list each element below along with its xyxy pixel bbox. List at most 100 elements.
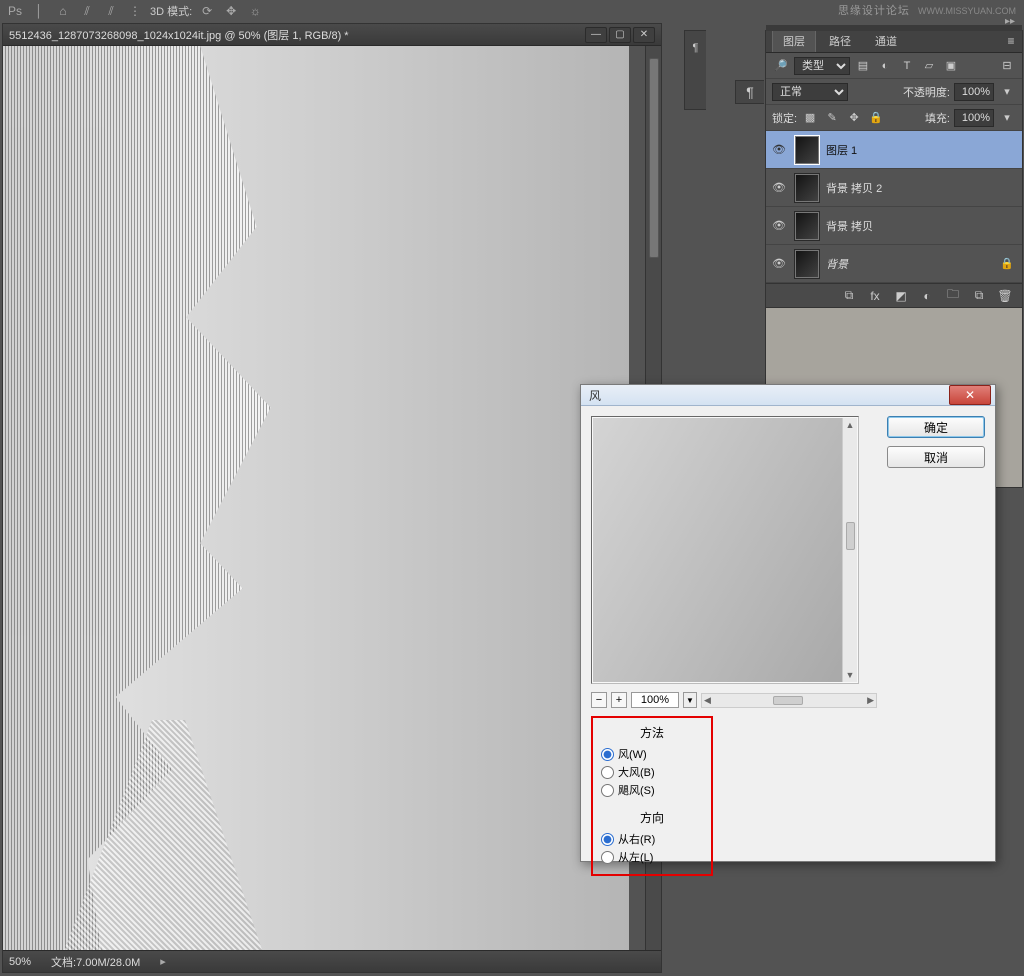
panel-drag-handle[interactable] (766, 25, 1022, 31)
lock-trans-icon[interactable]: ▩ (801, 110, 819, 126)
opacity-input[interactable] (954, 83, 994, 101)
document-window: 5512436_1287073268098_1024x1024it.jpg @ … (2, 23, 662, 973)
filter-kind-select[interactable]: 类型 (794, 57, 850, 75)
paragraph-panel-icon[interactable]: ¶ (688, 37, 704, 59)
align-icon[interactable]: ⫽ (102, 2, 120, 20)
scroll-up-icon[interactable]: ▲ (843, 418, 857, 432)
scroll-thumb[interactable] (649, 58, 659, 258)
pan-icon[interactable]: ✥ (222, 2, 240, 20)
dropdown-icon[interactable]: ▾ (998, 110, 1016, 126)
maximize-button[interactable]: ▢ (609, 27, 631, 43)
layer-row[interactable]: 👁 背景 🔒 (766, 245, 1022, 283)
radio-label: 从左(L) (618, 849, 653, 865)
distribute-icon[interactable]: ⋮ (126, 2, 144, 20)
radio-input[interactable] (601, 833, 614, 846)
layer-fx-icon[interactable]: fx (866, 287, 884, 305)
paragraph-panel-icon[interactable]: ¶ (735, 80, 764, 104)
shape-filter-icon[interactable]: ▱ (920, 58, 938, 74)
document-canvas[interactable] (3, 46, 629, 950)
tab-channels[interactable]: 通道 (864, 29, 908, 52)
scroll-down-icon[interactable]: ▼ (843, 668, 857, 682)
layer-name[interactable]: 背景 拷贝 2 (826, 180, 882, 196)
minimize-button[interactable]: — (585, 27, 607, 43)
layer-thumbnail[interactable] (794, 249, 820, 279)
cancel-button[interactable]: 取消 (887, 446, 985, 468)
blend-mode-select[interactable]: 正常 (772, 83, 848, 101)
dropdown-icon[interactable]: ▾ (998, 84, 1016, 100)
lock-row: 锁定: ▩ ✎ ✥ 🔒 填充: ▾ (766, 105, 1022, 131)
dialog-close-button[interactable]: ✕ (949, 385, 991, 405)
dialog-titlebar[interactable]: 风 ✕ (581, 385, 995, 406)
link-layers-icon[interactable]: ⧉ (840, 287, 858, 305)
visibility-icon[interactable]: 👁 (770, 255, 788, 273)
scroll-right-icon[interactable]: ▶ (865, 695, 876, 706)
zoom-out-button[interactable]: − (591, 692, 607, 708)
layer-name[interactable]: 背景 拷贝 (826, 218, 873, 234)
mode3d-label: 3D 模式: (150, 3, 192, 19)
layer-row[interactable]: 👁 图层 1 (766, 131, 1022, 169)
view-icon[interactable]: ⌂ (54, 2, 72, 20)
visibility-icon[interactable]: 👁 (770, 141, 788, 159)
dialog-title: 风 (589, 387, 601, 404)
document-info[interactable]: 文档:7.00M/28.0M (51, 954, 140, 970)
layer-row[interactable]: 👁 背景 拷贝 2 (766, 169, 1022, 207)
type-filter-icon[interactable]: T (898, 58, 916, 74)
zoom-level[interactable]: 50% (9, 956, 31, 968)
delete-layer-icon[interactable]: 🗑 (996, 287, 1014, 305)
lock-paint-icon[interactable]: ✎ (823, 110, 841, 126)
new-group-icon[interactable]: 🗀 (944, 287, 962, 305)
filter-preview[interactable]: ▲ ▼ (591, 416, 859, 684)
scroll-thumb[interactable] (846, 522, 855, 550)
direction-right-radio[interactable]: 从右(R) (601, 830, 703, 848)
radio-input[interactable] (601, 766, 614, 779)
lock-all-icon[interactable]: 🔒 (867, 110, 885, 126)
direction-left-radio[interactable]: 从左(L) (601, 848, 703, 866)
zoom-dropdown-icon[interactable]: ▼ (683, 692, 697, 708)
layer-name[interactable]: 背景 (826, 256, 848, 272)
layer-thumbnail[interactable] (794, 135, 820, 165)
preview-hscrollbar[interactable]: ◀ ▶ (701, 693, 877, 708)
layer-row[interactable]: 👁 背景 拷贝 (766, 207, 1022, 245)
close-button[interactable]: ✕ (633, 27, 655, 43)
lock-pos-icon[interactable]: ✥ (845, 110, 863, 126)
adjust-filter-icon[interactable]: ◐ (876, 58, 894, 74)
fill-input[interactable] (954, 109, 994, 127)
align-icon[interactable]: ⫽ (78, 2, 96, 20)
tab-layers[interactable]: 图层 (772, 29, 816, 52)
new-layer-icon[interactable]: ⧉ (970, 287, 988, 305)
layer-thumbnail[interactable] (794, 173, 820, 203)
visibility-icon[interactable]: 👁 (770, 217, 788, 235)
light-icon[interactable]: ☼ (246, 2, 264, 20)
preview-vscrollbar[interactable]: ▲ ▼ (842, 418, 857, 682)
fill-label: 填充: (925, 110, 950, 126)
collapse-panel-icon[interactable]: ▸▸ (1000, 13, 1020, 29)
visibility-icon[interactable]: 👁 (770, 179, 788, 197)
collapsed-panel-strip[interactable]: ¶ (684, 30, 706, 110)
method-wind-radio[interactable]: 风(W) (601, 745, 703, 763)
scroll-left-icon[interactable]: ◀ (702, 695, 713, 706)
filter-toggle-icon[interactable]: ⊟ (998, 58, 1016, 74)
layer-thumbnail[interactable] (794, 211, 820, 241)
ok-button[interactable]: 确定 (887, 416, 985, 438)
direction-group-label: 方向 (601, 809, 703, 826)
smart-filter-icon[interactable]: ▣ (942, 58, 960, 74)
scroll-thumb[interactable] (773, 696, 803, 705)
radio-input[interactable] (601, 784, 614, 797)
zoom-percent[interactable]: 100% (631, 692, 679, 708)
panel-menu-icon[interactable]: ≡ (1002, 33, 1020, 49)
orbit-icon[interactable]: ⟳ (198, 2, 216, 20)
tab-paths[interactable]: 路径 (818, 29, 862, 52)
info-chevron-icon[interactable]: ▸ (160, 955, 166, 968)
method-stagger-radio[interactable]: 飓风(S) (601, 781, 703, 799)
pixel-filter-icon[interactable]: ▤ (854, 58, 872, 74)
document-titlebar[interactable]: 5512436_1287073268098_1024x1024it.jpg @ … (3, 24, 661, 46)
layer-name[interactable]: 图层 1 (826, 142, 857, 158)
layer-mask-icon[interactable]: ◩ (892, 287, 910, 305)
radio-input[interactable] (601, 851, 614, 864)
search-kind-icon[interactable]: 🔎 (772, 58, 790, 74)
dialog-button-column: 确定 取消 (887, 416, 985, 876)
method-blast-radio[interactable]: 大风(B) (601, 763, 703, 781)
zoom-in-button[interactable]: + (611, 692, 627, 708)
radio-input[interactable] (601, 748, 614, 761)
adjustment-layer-icon[interactable]: ◐ (918, 287, 936, 305)
